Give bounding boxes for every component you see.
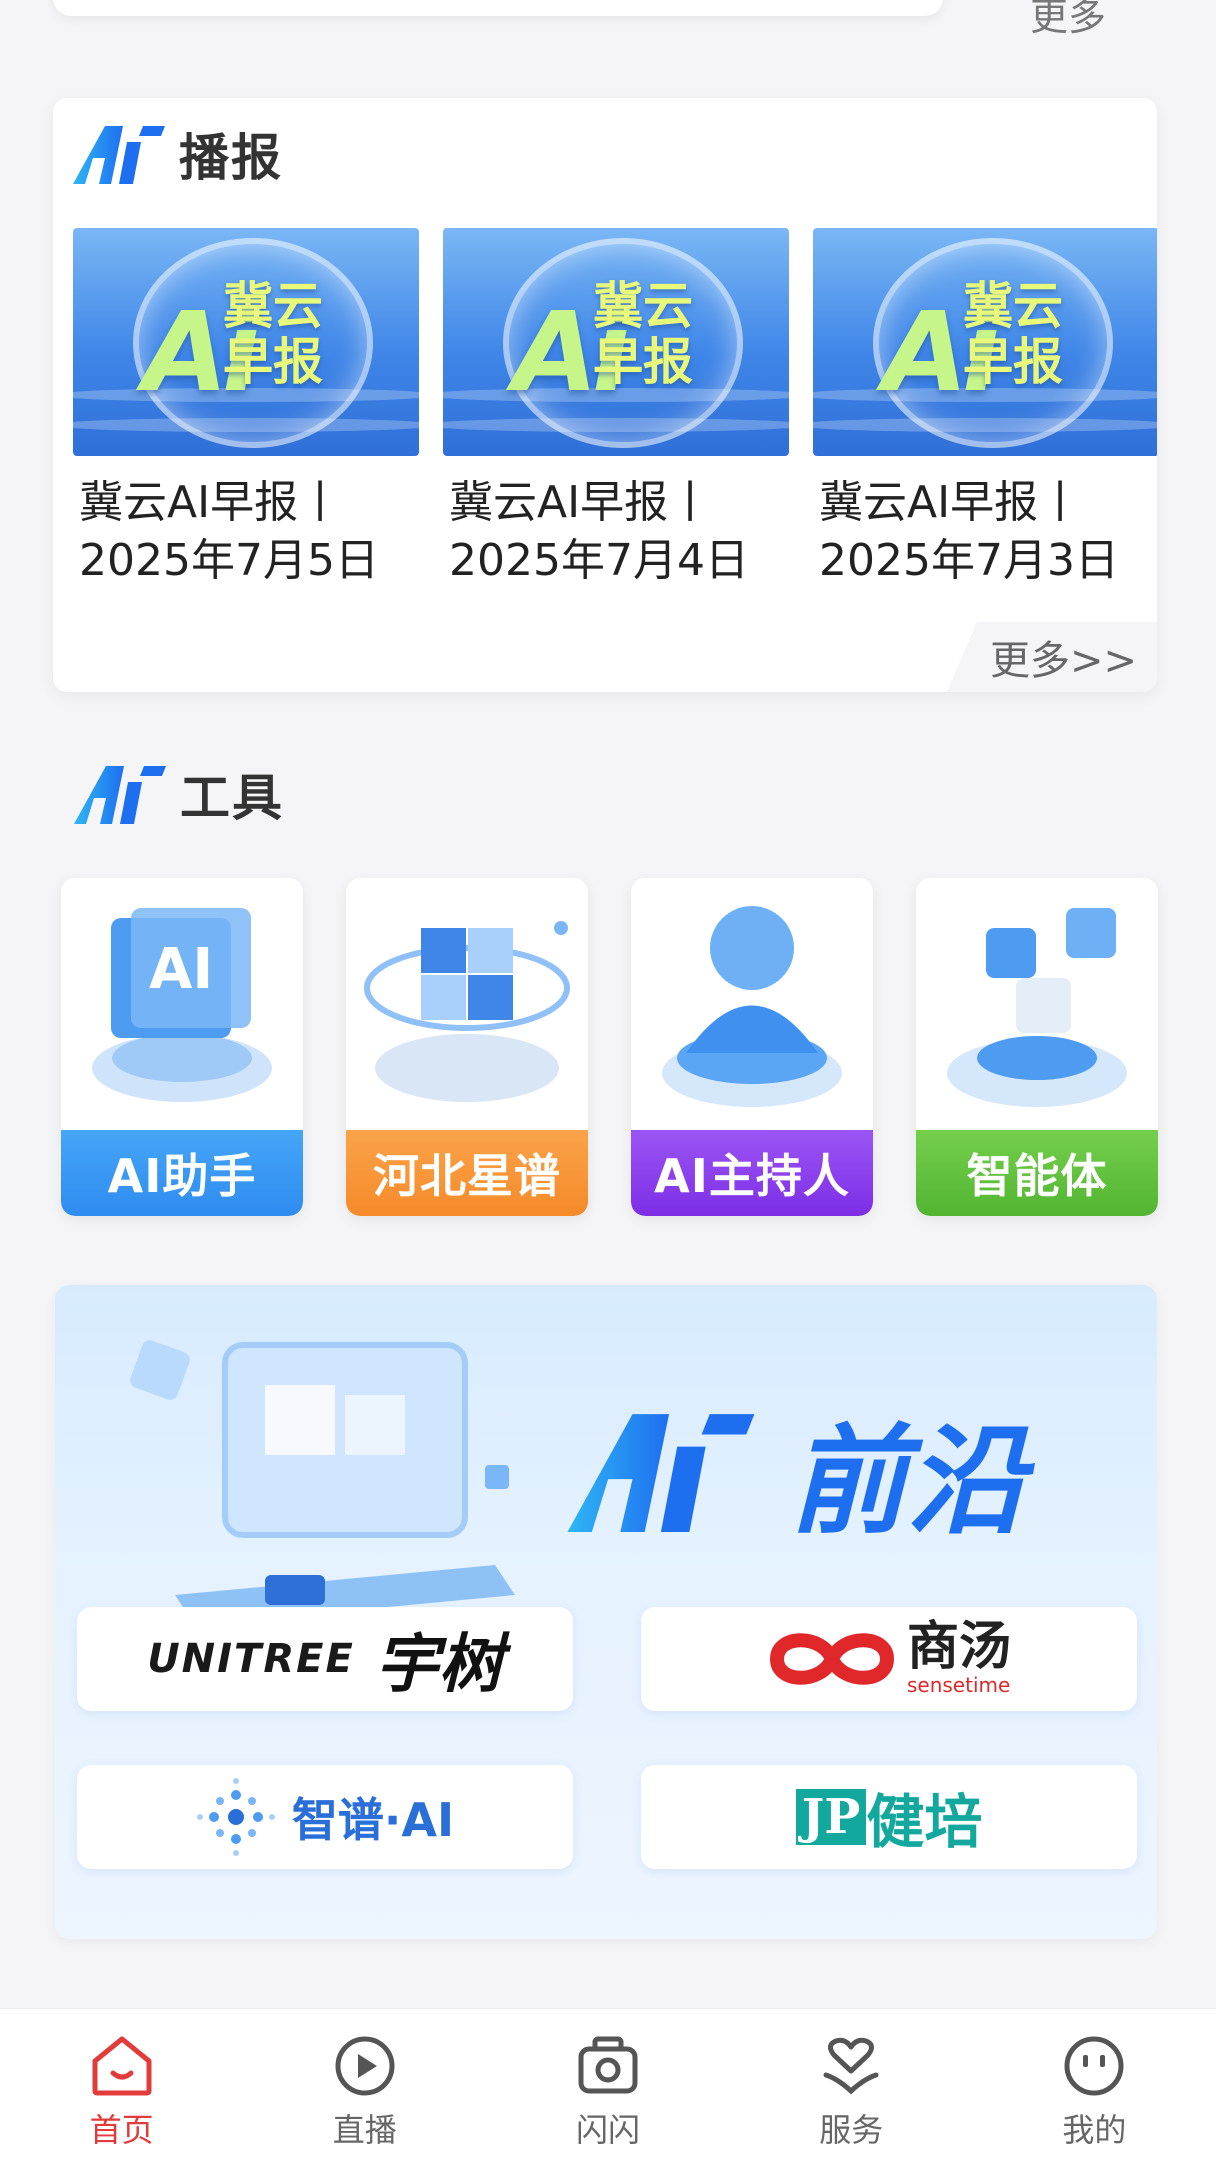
broadcast-header: 播报 [71,118,283,190]
ai-host-icon [662,906,842,1107]
nav-label: 直播 [332,2111,397,2149]
svg-text:AI: AI [149,937,213,1002]
tool-label: 智能体 [916,1130,1158,1216]
profile-face-icon [1064,2036,1124,2096]
tool-label: AI主持人 [631,1130,873,1216]
tool-card-agent[interactable]: 智能体 [916,878,1158,1216]
thumb-cn-text: 冀云 早报 [223,277,323,391]
video-item[interactable]: Ai 冀云 早报 冀云AI早报丨 2025年7月3日 [813,228,1157,590]
ai-broadcast-card: 播报 Ai 冀云 早报 冀云AI早报丨 2025年7月5日 Ai 冀云 早报 冀… [53,98,1157,692]
video-title[interactable]: 冀云AI早报丨 2025年7月4日 [449,474,789,590]
nav-item-service[interactable]: 服务 [730,2009,973,2164]
tools-header: 工具 [72,758,284,830]
broadcast-title: 播报 [179,129,283,187]
video-item[interactable]: Ai 冀云 早报 冀云AI早报丨 2025年7月4日 [443,228,789,590]
tool-card-ai-assistant[interactable]: AI AI助手 [61,878,303,1216]
frontier-header: 前沿 [555,1385,1025,1556]
nav-label: 我的 [1062,2111,1127,2149]
nav-item-mine[interactable]: 我的 [973,2009,1216,2164]
video-thumbnail[interactable]: Ai 冀云 早报 [443,228,789,456]
unitree-logo-cn: 宇树 [374,1628,503,1702]
tool-label: AI助手 [61,1130,303,1216]
nav-label: 首页 [89,2111,154,2149]
tools-title: 工具 [180,769,284,827]
tool-card-ai-host[interactable]: AI主持人 [631,878,873,1216]
tool-card-hebei-star[interactable]: 河北星谱 [346,878,588,1216]
jianpei-logo-mark: JP [795,1789,867,1845]
previous-section-card [53,0,943,16]
partner-zhipu[interactable]: 智谱·AI [77,1765,573,1869]
partner-sensetime[interactable]: 商汤 sensetime [641,1607,1137,1711]
previous-more-link[interactable]: 更多 [1030,0,1106,41]
nav-item-live[interactable]: 直播 [243,2009,486,2164]
frontier-title: 前沿 [789,1412,1026,1550]
ai-assistant-icon: AI [92,908,272,1102]
camera-icon [578,2036,638,2094]
computer-illustration [130,1340,515,1625]
ai-frontier-banner: 前沿 UNITREE 宇树 商汤 sensetime 智谱·AI JP 健培 [55,1285,1157,1939]
tool-label: 河北星谱 [346,1130,588,1216]
ai-logo-icon [73,126,165,184]
sensetime-logo-icon [769,1633,894,1685]
video-item[interactable]: Ai 冀云 早报 冀云AI早报丨 2025年7月5日 [73,228,419,590]
thumb-cn-text: 冀云 早报 [593,277,693,391]
play-icon [335,2036,395,2096]
bottom-navigation: 首页 直播 闪闪 服务 我的 [0,2008,1216,2164]
nav-item-home[interactable]: 首页 [0,2009,243,2164]
video-thumbnail[interactable]: Ai 冀云 早报 [813,228,1157,456]
video-thumbnail[interactable]: Ai 冀云 早报 [73,228,419,456]
sensetime-logo-en: sensetime [906,1673,1011,1697]
sensetime-logo-cn: 商汤 [906,1617,1011,1677]
partner-jianpei[interactable]: JP 健培 [641,1765,1137,1869]
video-carousel[interactable]: Ai 冀云 早报 冀云AI早报丨 2025年7月5日 Ai 冀云 早报 冀云AI… [73,228,1157,598]
thumb-cn-text: 冀云 早报 [963,277,1063,391]
zhipu-logo-text: 智谱·AI [291,1793,455,1847]
zhipu-logo-icon [196,1778,275,1856]
nav-item-flash[interactable]: 闪闪 [486,2009,729,2164]
ai-logo-icon [567,1413,755,1532]
heart-hand-icon [823,2037,879,2095]
home-icon [92,2036,152,2096]
ai-logo-icon [74,766,166,824]
video-title[interactable]: 冀云AI早报丨 2025年7月5日 [79,474,419,590]
hebei-star-icon [364,921,570,1102]
broadcast-more-link[interactable]: 更多>> [990,628,1137,686]
video-title[interactable]: 冀云AI早报丨 2025年7月3日 [819,474,1157,590]
nav-label: 服务 [819,2111,884,2149]
jianpei-logo-text: 健培 [866,1788,983,1856]
agent-icon [947,908,1127,1107]
partner-unitree[interactable]: UNITREE 宇树 [77,1607,573,1711]
nav-label: 闪闪 [576,2111,641,2149]
unitree-logo-text: UNITREE [147,1636,355,1682]
